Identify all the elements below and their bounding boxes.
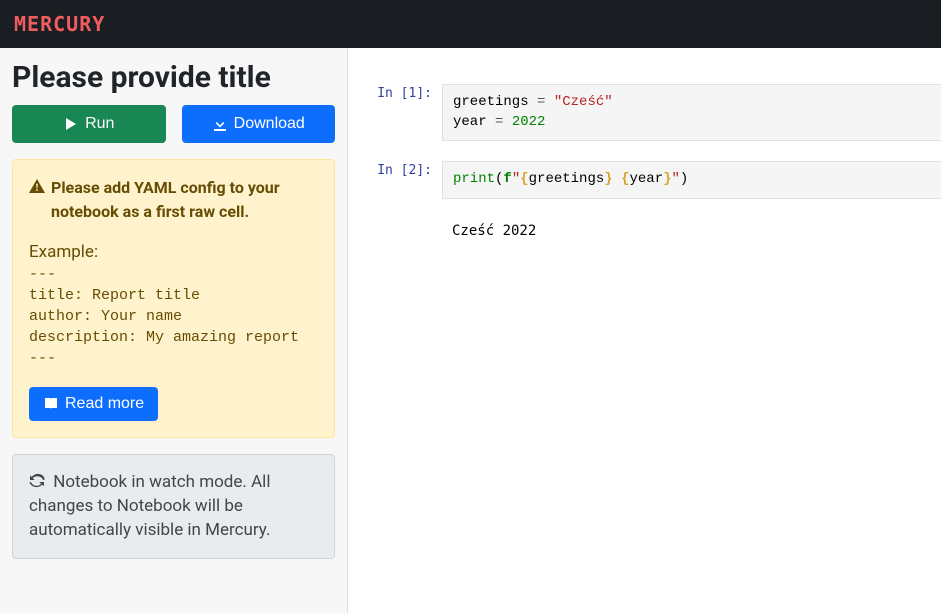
run-button[interactable]: Run xyxy=(12,105,166,143)
page-title: Please provide title xyxy=(12,60,335,95)
warning-heading: Please add YAML config to your notebook … xyxy=(51,176,318,224)
run-button-label: Run xyxy=(85,115,114,133)
example-label: Example: xyxy=(29,242,318,262)
read-more-label: Read more xyxy=(65,395,144,413)
watch-mode-text: Notebook in watch mode. All changes to N… xyxy=(29,472,270,540)
read-more-button[interactable]: Read more xyxy=(29,387,158,421)
book-icon xyxy=(43,396,59,412)
cell-prompt: In [2]: xyxy=(348,161,442,199)
warning-icon xyxy=(29,178,45,194)
code-cell: In [1]:greetings = "Cześć" year = 2022 xyxy=(348,84,941,141)
play-icon xyxy=(63,116,79,132)
cell-prompt: In [1]: xyxy=(348,84,442,141)
watch-mode-alert: Notebook in watch mode. All changes to N… xyxy=(12,454,335,559)
cell-output-row: Cześć 2022 xyxy=(348,219,941,239)
sync-icon xyxy=(29,473,45,489)
yaml-example-code: --- title: Report title author: Your nam… xyxy=(29,264,318,369)
code-input[interactable]: greetings = "Cześć" year = 2022 xyxy=(442,84,941,141)
code-cell: In [2]:print(f"{greetings} {year}") xyxy=(348,161,941,199)
notebook-main: In [1]:greetings = "Cześć" year = 2022In… xyxy=(348,48,941,613)
sidebar: Please provide title Run Download Ple xyxy=(0,48,348,613)
download-button[interactable]: Download xyxy=(182,105,336,143)
app-header: MERCURY xyxy=(0,0,941,48)
cell-output: Cześć 2022 xyxy=(442,219,546,239)
app-logo: MERCURY xyxy=(14,12,105,36)
download-icon xyxy=(212,116,228,132)
code-input[interactable]: print(f"{greetings} {year}") xyxy=(442,161,941,199)
yaml-warning-alert: Please add YAML config to your notebook … xyxy=(12,159,335,438)
download-button-label: Download xyxy=(234,115,305,133)
